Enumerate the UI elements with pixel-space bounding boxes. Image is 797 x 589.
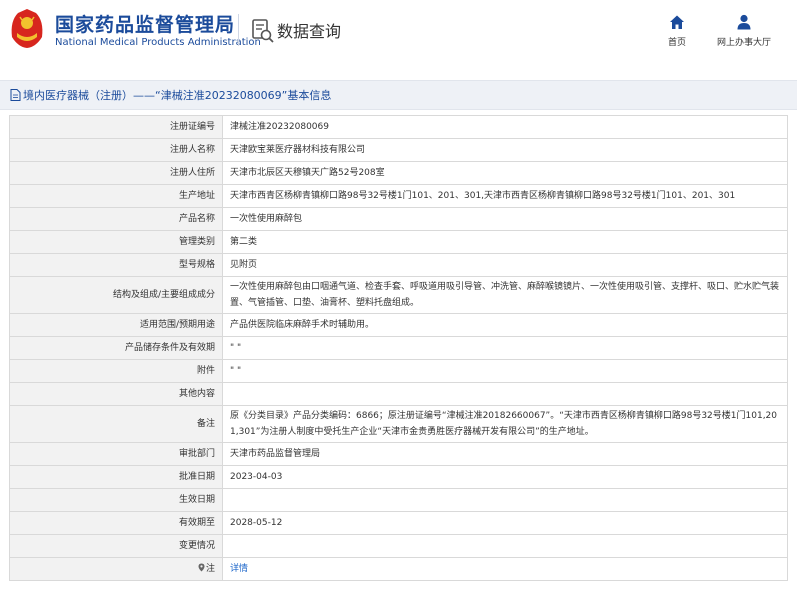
row-value: 见附页 xyxy=(222,253,788,277)
row-label-note: 注 xyxy=(9,557,223,581)
row-label: 结构及组成/主要组成成分 xyxy=(9,276,223,314)
row-label: 备注 xyxy=(9,405,223,443)
row-label: 注 xyxy=(205,564,215,574)
nav-home[interactable]: 首页 xyxy=(661,14,693,48)
row-value xyxy=(222,382,788,406)
brand-name-en: National Medical Products Administration xyxy=(55,37,261,48)
table-row: 其他内容 xyxy=(9,382,788,406)
row-label: 生效日期 xyxy=(9,488,223,512)
row-value: 2023-04-03 xyxy=(222,465,788,489)
row-label: 产品名称 xyxy=(9,207,223,231)
table-row: 注册证编号 津械注准20232080069 xyxy=(9,115,788,139)
table-row: 变更情况 xyxy=(9,534,788,558)
table-row: 备注 原《分类目录》产品分类编码：6866；原注册证编号“津械注准2018266… xyxy=(9,405,788,443)
table-row: 结构及组成/主要组成成分 一次性使用麻醉包由口咽通气道、检查手套、呼吸道用吸引导… xyxy=(9,276,788,314)
row-value: 天津市北辰区天穆镇天广路52号208室 xyxy=(222,161,788,185)
detail-table: 注册证编号 津械注准20232080069 注册人名称 天津欧宝莱医疗器材科技有… xyxy=(9,115,788,581)
row-label: 生产地址 xyxy=(9,184,223,208)
table-row: 生效日期 xyxy=(9,488,788,512)
table-row: 注 详情 xyxy=(9,557,788,581)
row-label: 适用范围/预期用途 xyxy=(9,313,223,337)
home-icon xyxy=(670,15,684,29)
row-value xyxy=(222,488,788,512)
table-row: 附件 " " xyxy=(9,359,788,383)
page-title-text: 境内医疗器械（注册）——“津械注准20232080069”基本信息 xyxy=(23,89,332,102)
row-value: 产品供医院临床麻醉手术时辅助用。 xyxy=(222,313,788,337)
row-value: " " xyxy=(222,359,788,383)
row-label: 注册证编号 xyxy=(9,115,223,139)
row-label: 管理类别 xyxy=(9,230,223,254)
row-value: 一次性使用麻醉包由口咽通气道、检查手套、呼吸道用吸引导管、冲洗管、麻醉喉镜镜片、… xyxy=(222,276,788,314)
row-value: 津械注准20232080069 xyxy=(222,115,788,139)
row-label: 其他内容 xyxy=(9,382,223,406)
table-row: 产品名称 一次性使用麻醉包 xyxy=(9,207,788,231)
table-row: 注册人住所 天津市北辰区天穆镇天广路52号208室 xyxy=(9,161,788,185)
title-band: 境内医疗器械（注册）——“津械注准20232080069”基本信息 xyxy=(0,80,797,110)
table-row: 注册人名称 天津欧宝莱医疗器材科技有限公司 xyxy=(9,138,788,162)
nav-online-office[interactable]: 网上办事大厅 xyxy=(711,14,777,48)
row-value: 第二类 xyxy=(222,230,788,254)
row-label: 型号规格 xyxy=(9,253,223,277)
brand-name-cn: 国家药品监督管理局 xyxy=(55,14,236,36)
row-value: 原《分类目录》产品分类编码：6866；原注册证编号“津械注准2018266006… xyxy=(222,405,788,443)
details-link[interactable]: 详情 xyxy=(230,564,248,574)
row-label: 注册人名称 xyxy=(9,138,223,162)
row-label: 产品储存条件及有效期 xyxy=(9,336,223,360)
nav-online-office-label: 网上办事大厅 xyxy=(716,38,771,48)
row-label: 有效期至 xyxy=(9,511,223,535)
row-value-cell: 详情 xyxy=(222,557,788,581)
row-value: 天津市西青区杨柳青镇柳口路98号32号楼1门101、201、301,天津市西青区… xyxy=(222,184,788,208)
table-row: 适用范围/预期用途 产品供医院临床麻醉手术时辅助用。 xyxy=(9,313,788,337)
row-value: 天津市药品监督管理局 xyxy=(222,442,788,466)
row-value: 一次性使用麻醉包 xyxy=(222,207,788,231)
user-icon xyxy=(737,14,751,30)
table-row: 有效期至 2028-05-12 xyxy=(9,511,788,535)
location-pin-icon xyxy=(198,563,205,572)
row-label: 变更情况 xyxy=(9,534,223,558)
table-row: 审批部门 天津市药品监督管理局 xyxy=(9,442,788,466)
table-row: 管理类别 第二类 xyxy=(9,230,788,254)
table-row: 批准日期 2023-04-03 xyxy=(9,465,788,489)
nmpa-emblem-icon xyxy=(11,9,43,48)
document-icon xyxy=(10,89,21,101)
row-value: 天津欧宝莱医疗器材科技有限公司 xyxy=(222,138,788,162)
page-title: 境内医疗器械（注册）——“津械注准20232080069”基本信息 xyxy=(10,87,331,103)
table-row: 生产地址 天津市西青区杨柳青镇柳口路98号32号楼1门101、201、301,天… xyxy=(9,184,788,208)
table-row: 产品储存条件及有效期 " " xyxy=(9,336,788,360)
row-label: 注册人住所 xyxy=(9,161,223,185)
data-query-icon xyxy=(252,19,274,43)
row-value: " " xyxy=(222,336,788,360)
data-query-label[interactable]: 数据查询 xyxy=(277,18,341,42)
table-row: 型号规格 见附页 xyxy=(9,253,788,277)
row-value: 2028-05-12 xyxy=(222,511,788,535)
site-header: 国家药品监督管理局 National Medical Products Admi… xyxy=(0,0,797,62)
header-divider xyxy=(238,14,239,46)
nav-home-label: 首页 xyxy=(667,38,686,48)
row-label: 审批部门 xyxy=(9,442,223,466)
row-label: 附件 xyxy=(9,359,223,383)
row-value xyxy=(222,534,788,558)
row-label: 批准日期 xyxy=(9,465,223,489)
